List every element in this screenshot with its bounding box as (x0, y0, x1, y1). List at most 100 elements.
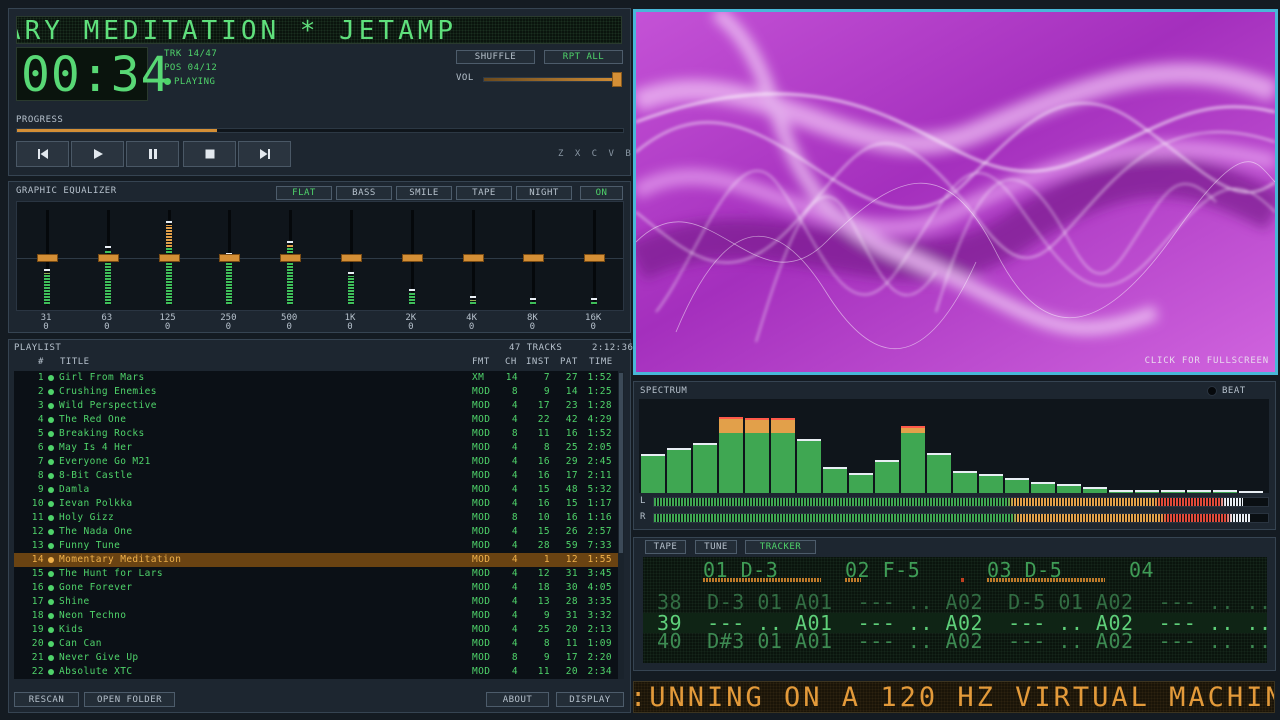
playlist-row[interactable]: 12 The Nada One MOD 4 15 26 2:57 (14, 525, 618, 539)
playlist-row[interactable]: 9 Damla MOD 4 15 48 5:32 (14, 483, 618, 497)
tab-tracker[interactable]: TRACKER (745, 540, 816, 554)
tab-tape[interactable]: TAPE (645, 540, 686, 554)
playlist-row-active[interactable]: 14 Momentary Meditation MOD 4 1 12 1:55 (14, 553, 618, 567)
column-header-patterns[interactable]: PAT (560, 357, 578, 367)
open-folder-button[interactable]: OPEN FOLDER (84, 692, 175, 707)
playlist-row[interactable]: 3 Wild Perspective MOD 4 17 23 1:28 (14, 399, 618, 413)
prev-icon (37, 149, 48, 159)
eq-peak-marker (287, 240, 294, 243)
rescan-button[interactable]: RESCAN (14, 692, 79, 707)
pause-icon (148, 149, 157, 159)
playlist-row[interactable]: 2 Crushing Enemies MOD 8 9 14 1:25 (14, 385, 618, 399)
volume-slider[interactable] (483, 77, 622, 82)
preset-tape-button[interactable]: TAPE (456, 186, 512, 200)
playlist-row[interactable]: 10 Ievan Polkka MOD 4 16 15 1:17 (14, 497, 618, 511)
eq-slider-handle[interactable] (401, 254, 423, 262)
track-duration: 3:35 (587, 596, 612, 607)
repeat-button[interactable]: RPT ALL (544, 50, 623, 64)
eq-slider-handle[interactable] (341, 254, 362, 262)
shuffle-button[interactable]: SHUFFLE (456, 50, 535, 64)
track-instruments: 22 (537, 414, 550, 425)
track-title: Damla (59, 484, 90, 495)
spectrum-bar (797, 438, 821, 493)
eq-band-slider[interactable] (219, 202, 241, 310)
playlist-row[interactable]: 16 Gone Forever MOD 4 18 30 4:05 (14, 581, 618, 595)
column-header-instruments[interactable]: INST (526, 357, 550, 367)
track-patterns: 25 (565, 442, 578, 453)
eq-level-bar (591, 302, 598, 304)
volume-handle[interactable] (612, 72, 622, 87)
track-channels: 4 (511, 554, 518, 565)
playlist-scroll-thumb[interactable] (619, 373, 623, 553)
track-title: Crushing Enemies (59, 386, 157, 397)
playlist-row[interactable]: 5 Breaking Rocks MOD 8 11 16 1:52 (14, 427, 618, 441)
tab-tune[interactable]: TUNE (695, 540, 737, 554)
preset-bass-button[interactable]: BASS (336, 186, 392, 200)
preset-flat-button[interactable]: FLAT (276, 186, 332, 200)
visualizer-canvas[interactable]: CLICK FOR FULLSCREEN (633, 9, 1278, 375)
preset-smile-button[interactable]: SMILE (396, 186, 452, 200)
eq-slider-handle[interactable] (37, 254, 58, 262)
previous-button[interactable] (16, 141, 69, 167)
eq-band-gain: 0 (408, 322, 414, 332)
playlist-scrollbar[interactable] (618, 371, 624, 679)
playlist-row[interactable]: 11 Holy Gizz MOD 8 10 16 1:16 (14, 511, 618, 525)
track-number: 15 (31, 568, 44, 579)
eq-band-slider[interactable] (280, 202, 302, 310)
eq-slider-handle[interactable] (584, 254, 606, 262)
preset-night-button[interactable]: NIGHT (516, 186, 572, 200)
playlist-row[interactable]: 4 The Red One MOD 4 22 42 4:29 (14, 413, 618, 427)
eq-band-slider[interactable] (37, 202, 58, 310)
eq-band-slider[interactable] (401, 202, 423, 310)
eq-band-slider[interactable] (523, 202, 545, 310)
eq-band-slider[interactable] (584, 202, 606, 310)
column-header-format[interactable]: FMT (472, 357, 490, 367)
eq-band-slider[interactable] (341, 202, 362, 310)
track-instruments: 7 (543, 372, 550, 383)
track-format: MOD (472, 428, 491, 439)
playlist-row[interactable]: 17 Shine MOD 4 13 28 3:35 (14, 595, 618, 609)
playlist-row[interactable]: 13 Funny Tune MOD 4 28 59 7:33 (14, 539, 618, 553)
display-button[interactable]: DISPLAY (556, 692, 624, 707)
playlist-row[interactable]: 15 The Hunt for Lars MOD 4 12 31 3:45 (14, 567, 618, 581)
track-status-dot-icon (48, 389, 54, 395)
playlist-row[interactable]: 8 8-Bit Castle MOD 4 16 17 2:11 (14, 469, 618, 483)
eq-slider-handle[interactable] (280, 254, 302, 262)
column-header-number[interactable]: # (38, 357, 44, 367)
progress-bar[interactable] (16, 128, 624, 133)
spectrum-bar (745, 418, 769, 493)
stop-button[interactable] (183, 141, 236, 167)
eq-slider-handle[interactable] (158, 254, 180, 262)
about-button[interactable]: ABOUT (486, 692, 549, 707)
track-duration: 1:55 (587, 554, 612, 565)
right-vu-meter (653, 513, 1269, 523)
playlist-row[interactable]: 6 May Is 4 Her MOD 4 8 25 2:05 (14, 441, 618, 455)
eq-band-slider[interactable] (158, 202, 180, 310)
eq-slider-handle[interactable] (462, 254, 484, 262)
play-button[interactable] (71, 141, 124, 167)
eq-slider-handle[interactable] (97, 254, 119, 262)
eq-slider-handle[interactable] (523, 254, 545, 262)
playlist-row[interactable]: 19 Kids MOD 4 25 20 2:13 (14, 623, 618, 637)
eq-band-slider[interactable] (462, 202, 484, 310)
eq-band-slider[interactable] (97, 202, 119, 310)
eq-slider-handle[interactable] (219, 254, 241, 262)
playlist-row[interactable]: 1 Girl From Mars XM 14 7 27 1:52 (14, 371, 618, 385)
pause-button[interactable] (126, 141, 179, 167)
eq-band-gain: 0 (286, 322, 292, 332)
spectrum-bar (1135, 490, 1159, 493)
equalizer-toggle[interactable]: ON (580, 186, 623, 200)
playlist-row[interactable]: 20 Can Can MOD 4 8 11 1:09 (14, 637, 618, 651)
playlist-row[interactable]: 21 Never Give Up MOD 8 9 17 2:20 (14, 651, 618, 665)
track-duration: 1:16 (587, 512, 612, 523)
track-format: MOD (472, 470, 491, 481)
track-channels: 4 (511, 400, 518, 411)
track-channels: 4 (511, 582, 518, 593)
playlist-row[interactable]: 18 Neon Techno MOD 4 9 31 3:32 (14, 609, 618, 623)
column-header-title[interactable]: TITLE (60, 357, 90, 367)
column-header-channels[interactable]: CH (505, 357, 517, 367)
column-header-time[interactable]: TIME (589, 357, 613, 367)
playlist-row[interactable]: 22 Absolute XTC MOD 4 11 20 2:34 (14, 665, 618, 679)
playlist-row[interactable]: 7 Everyone Go M21 MOD 4 16 29 2:45 (14, 455, 618, 469)
next-button[interactable] (238, 141, 291, 167)
